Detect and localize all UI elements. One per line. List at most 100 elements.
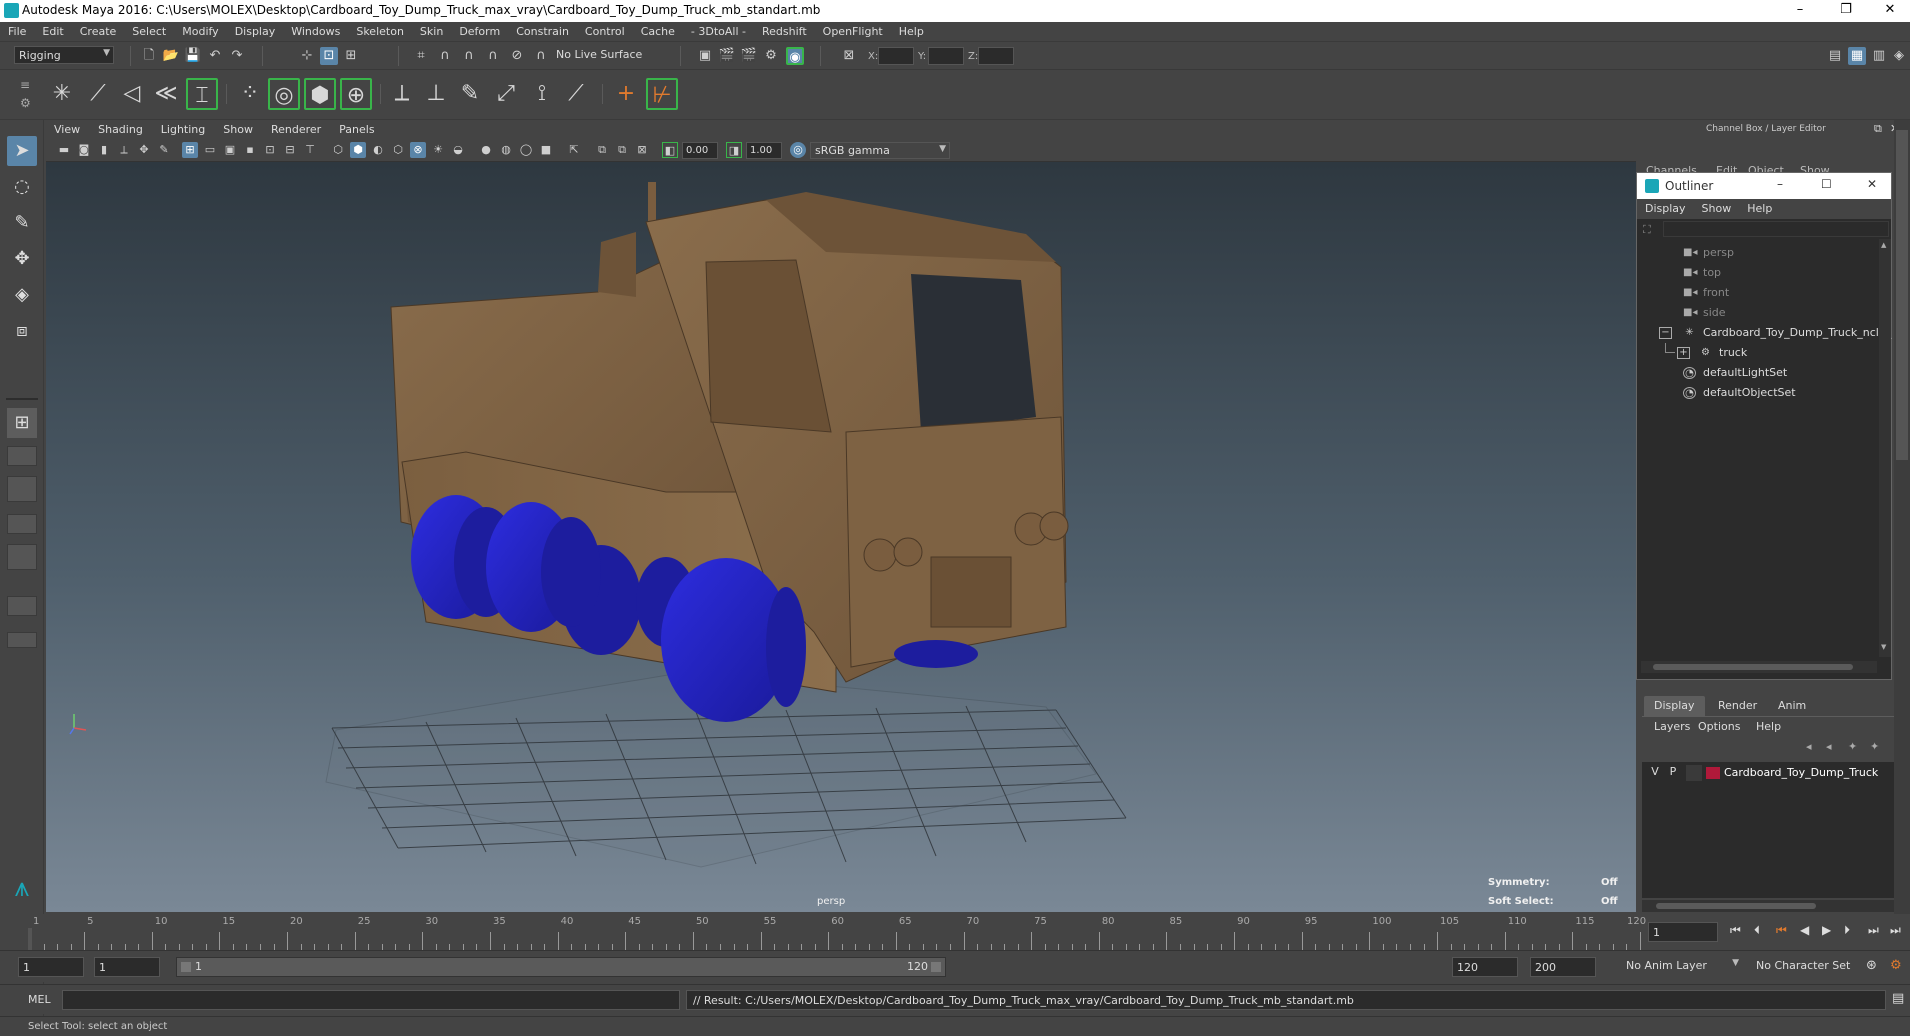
snap-point-icon[interactable]: ∩ — [460, 47, 478, 65]
create-joint-icon[interactable]: ✳ — [46, 78, 78, 110]
layer-horizontal-scrollbar[interactable] — [1642, 900, 1894, 912]
colorspace-dropdown[interactable]: sRGB gamma ▼ — [810, 142, 950, 159]
color-management-icon[interactable]: ◎ — [790, 142, 806, 158]
menu-control[interactable]: Control — [577, 22, 633, 38]
live-surface-field[interactable]: No Live Surface — [552, 46, 656, 64]
step-forward-key-icon[interactable]: ⏭ — [1868, 923, 1879, 938]
outliner-search-input[interactable] — [1663, 221, 1889, 237]
collapse-icon[interactable]: − — [1659, 327, 1672, 339]
wire-deformer-icon[interactable]: ⊕ — [340, 78, 372, 110]
layer-menu-layers[interactable]: Layers — [1654, 720, 1690, 733]
playback-end-field[interactable]: 120 — [1452, 957, 1518, 977]
menu-file[interactable]: File — [0, 22, 34, 38]
channel-box-toggle-icon[interactable]: ◈ — [1890, 47, 1908, 65]
gamma-field[interactable]: 1.00 — [746, 142, 782, 159]
layer-tab-render[interactable]: Render — [1708, 696, 1767, 716]
go-to-start-icon[interactable]: ⏮ — [1730, 923, 1741, 938]
character-set-dropdown[interactable]: No Character Set▼ — [1752, 957, 1870, 977]
smooth-bind-icon[interactable]: ⊥ — [420, 78, 452, 110]
safe-action-icon[interactable]: ⊟ — [282, 142, 298, 158]
screen-space-ao-icon[interactable]: ● — [478, 142, 494, 158]
outliner-menu-display[interactable]: Display — [1637, 199, 1694, 215]
outliner-item-front[interactable]: ■◂ front — [1637, 283, 1877, 303]
outliner-item-persp[interactable]: ■◂ persp — [1637, 243, 1877, 263]
float-panel-icon[interactable]: ⧉ — [1874, 122, 1882, 136]
x-input[interactable] — [878, 47, 914, 65]
layer-row[interactable]: V P Cardboard_Toy_Dump_Truck — [1642, 762, 1894, 784]
film-gate-icon[interactable]: ▭ — [202, 142, 218, 158]
menu-3dtoall[interactable]: - 3DtoAll - — [683, 22, 754, 38]
open-scene-icon[interactable]: 📂 — [162, 47, 180, 65]
transform-input-icon[interactable]: ⊠ — [840, 47, 858, 65]
menu-display[interactable]: Display — [227, 22, 284, 38]
script-editor-icon[interactable]: ▤ — [1892, 991, 1904, 1006]
time-slider[interactable]: 1 5 10 15 20 25 30 35 40 45 50 55 60 65 70 75 80 85 90 95 10… — [0, 914, 1910, 950]
curve-warp-icon[interactable]: ⟟ — [526, 78, 558, 110]
exposure-icon[interactable]: ◧ — [662, 142, 678, 158]
image-plane-icon[interactable]: ⟂ — [116, 142, 132, 158]
anim-layer-dropdown[interactable]: No Anim Layer ▼ — [1622, 957, 1742, 977]
select-hierarchy-icon[interactable]: ⊹ — [298, 47, 316, 65]
single-perspective-layout-icon[interactable]: ⊞ — [7, 408, 37, 438]
menu-redshift[interactable]: Redshift — [754, 22, 815, 38]
menu-create[interactable]: Create — [72, 22, 125, 38]
outliner-menu-help[interactable]: Help — [1739, 199, 1780, 215]
scroll-thumb[interactable] — [1653, 664, 1853, 670]
render-frame-icon[interactable]: 🎬 — [718, 47, 736, 65]
new-layer-icon[interactable]: ✦ — [1848, 740, 1857, 753]
range-start-handle[interactable] — [181, 962, 191, 972]
y-input[interactable] — [928, 47, 964, 65]
perspective-viewport[interactable]: persp Symmetry: Off Soft Select: Off — [46, 162, 1636, 912]
outliner-minimize-button[interactable]: – — [1777, 177, 1783, 191]
hypershade-layout-icon[interactable] — [7, 544, 37, 570]
xray-components-icon[interactable]: ⊠ — [634, 142, 650, 158]
lasso-tool-icon[interactable]: ◌ — [7, 172, 37, 202]
four-view-layout-icon[interactable] — [7, 446, 37, 466]
modeling-toolkit-icon[interactable]: ▤ — [1826, 47, 1844, 65]
outliner-close-button[interactable]: ✕ — [1867, 177, 1877, 191]
minimize-button[interactable]: – — [1778, 0, 1822, 22]
move-tool-icon[interactable]: ✥ — [7, 244, 37, 274]
insert-joint-icon[interactable]: ≪ — [150, 78, 182, 110]
tool-settings-toggle-icon[interactable]: ▥ — [1870, 47, 1888, 65]
current-frame-field[interactable]: 1 — [1648, 922, 1718, 942]
select-component-icon[interactable]: ⊞ — [342, 47, 360, 65]
persp-time-layout-icon[interactable] — [7, 596, 37, 616]
outliner-vertical-scrollbar[interactable]: ▲ ▼ — [1879, 239, 1891, 657]
live-surface-icon[interactable]: ∩ — [532, 47, 550, 65]
menu-cache[interactable]: Cache — [633, 22, 683, 38]
mirror-joint-icon[interactable]: ⟋ — [560, 78, 592, 110]
range-end-handle[interactable] — [931, 962, 941, 972]
new-layer-selected-icon[interactable]: ✦ — [1870, 740, 1879, 753]
ipr-render-icon[interactable]: 🎬 — [740, 47, 758, 65]
persp-outliner-layout-icon[interactable] — [7, 476, 37, 502]
attribute-editor-side-tab[interactable] — [1896, 130, 1908, 460]
2d-pan-zoom-icon[interactable]: ✥ — [136, 142, 152, 158]
select-object-icon[interactable]: ⊡ — [320, 47, 338, 65]
step-back-icon[interactable]: ⏴ — [1754, 923, 1760, 938]
new-scene-icon[interactable]: 🗋 — [140, 47, 158, 65]
menu-openflight[interactable]: OpenFlight — [815, 22, 891, 38]
bind-skin-icon[interactable]: ⟂ — [386, 78, 418, 110]
default-material-icon[interactable]: ◐ — [370, 142, 386, 158]
layout-options-icon[interactable] — [7, 632, 37, 648]
layer-display-type[interactable] — [1686, 765, 1702, 781]
layer-menu-options[interactable]: Options — [1698, 720, 1740, 733]
textured-icon[interactable]: ⊗ — [410, 142, 426, 158]
menu-modify[interactable]: Modify — [174, 22, 226, 38]
layer-playback-toggle[interactable]: P — [1666, 765, 1680, 781]
layer-tab-display[interactable]: Display — [1644, 696, 1705, 716]
playback-start-field[interactable]: 1 — [94, 957, 160, 977]
blend-shape-icon[interactable]: ⤢ — [490, 78, 522, 110]
isolate-select-icon[interactable]: ⇱ — [566, 142, 582, 158]
step-forward-icon[interactable]: ⏵ — [1844, 923, 1850, 938]
panel-menu-renderer[interactable]: Renderer — [263, 120, 331, 136]
outliner-item-side[interactable]: ■◂ side — [1637, 303, 1877, 323]
layer-color-swatch[interactable] — [1706, 767, 1720, 779]
parent-constraint-icon[interactable]: ⊬ — [646, 78, 678, 110]
bookmark-icon[interactable]: ▮ — [96, 142, 112, 158]
layer-name[interactable]: Cardboard_Toy_Dump_Truck — [1724, 766, 1878, 779]
outliner-item-top[interactable]: ■◂ top — [1637, 263, 1877, 283]
menu-help[interactable]: Help — [891, 22, 932, 38]
motion-blur-icon[interactable]: ◍ — [498, 142, 514, 158]
